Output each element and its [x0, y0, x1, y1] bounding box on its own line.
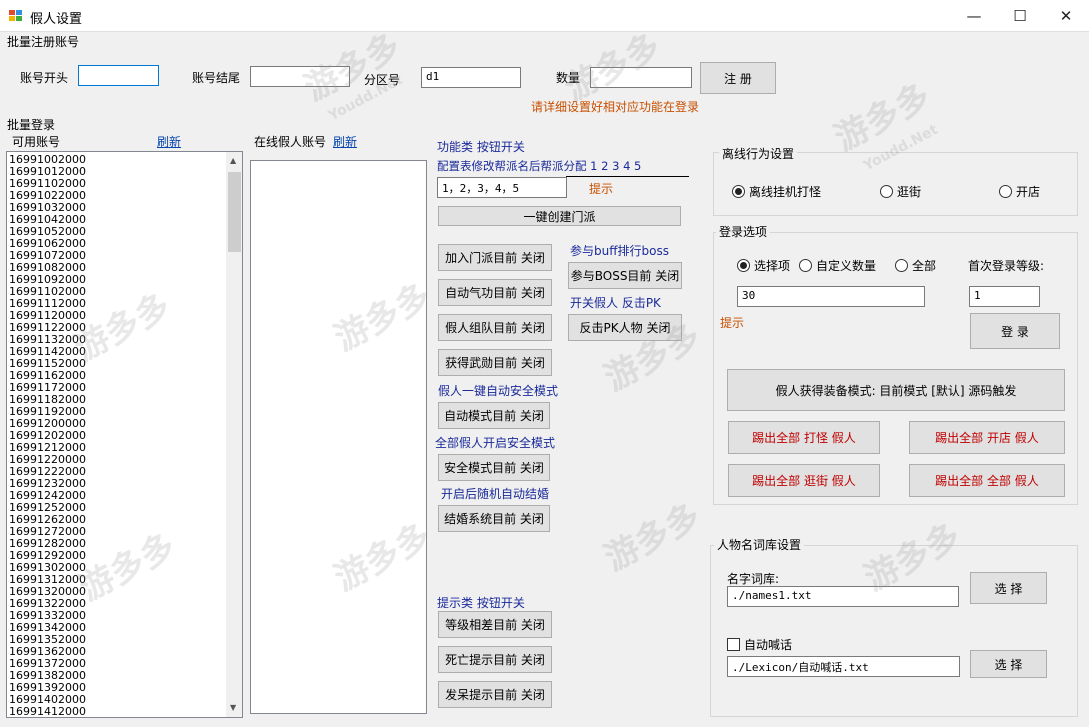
safe-mode-toggle[interactable]: 安全模式目前 关闭: [438, 454, 550, 481]
offline-title: 离线行为设置: [719, 145, 798, 162]
auto-shout-checkbox[interactable]: 自动喊话: [727, 636, 792, 653]
idle-hint-toggle[interactable]: 发呆提示目前 关闭: [438, 681, 552, 708]
refresh-online-link[interactable]: 刷新: [333, 133, 357, 150]
first-level-input[interactable]: 1: [969, 286, 1040, 307]
refresh-available-link[interactable]: 刷新: [157, 133, 181, 150]
checkbox-icon: [727, 638, 740, 651]
batch-login-label: 批量登录: [7, 118, 56, 132]
account-list-item[interactable]: 16991412000: [7, 706, 226, 718]
medal-toggle[interactable]: 获得武勋目前 关闭: [438, 349, 552, 376]
maximize-button[interactable]: ☐: [997, 0, 1043, 32]
offline-option-street[interactable]: 逛街: [880, 183, 921, 200]
death-hint-toggle[interactable]: 死亡提示目前 关闭: [438, 646, 552, 673]
watermark: 游多多: [598, 495, 708, 580]
close-button[interactable]: ✕: [1043, 0, 1089, 32]
scroll-down-arrow-icon[interactable]: ▼: [230, 703, 236, 712]
name-lib-label: 名字词库:: [727, 572, 780, 586]
kick-shop-button[interactable]: 踢出全部 开店 假人: [909, 421, 1065, 454]
marriage-toggle[interactable]: 结婚系统目前 关闭: [438, 505, 550, 532]
kick-all-button[interactable]: 踢出全部 全部 假人: [909, 464, 1065, 497]
pk-title: 开关假人 反击PK: [570, 296, 661, 310]
radio-selected-icon: [732, 185, 745, 198]
login-option-all[interactable]: 全部: [895, 257, 936, 274]
radio-icon: [999, 185, 1012, 198]
available-accounts-label: 可用账号: [12, 135, 61, 149]
functions-hint: 提示: [589, 182, 614, 196]
radio-icon: [880, 185, 893, 198]
divider: [566, 176, 689, 177]
login-hint: 提示: [720, 316, 745, 330]
watermark: 游多多: [558, 25, 668, 110]
auto-qigong-toggle[interactable]: 自动气功目前 关闭: [438, 279, 552, 306]
offline-option-hunt[interactable]: 离线挂机打怪: [732, 183, 821, 200]
batch-register-label: 批量注册账号: [7, 35, 80, 49]
auto-shout-select-button[interactable]: 选 择: [970, 650, 1047, 678]
watermark: 游多多: [828, 75, 938, 160]
login-option-custom[interactable]: 自定义数量: [799, 257, 876, 274]
name-lib-input[interactable]: ./names1.txt: [727, 586, 959, 607]
window-title: 假人设置: [30, 12, 83, 27]
title-bar: [0, 0, 1089, 32]
first-level-label: 首次登录等级:: [968, 259, 1045, 273]
online-accounts-list[interactable]: [250, 160, 427, 714]
radio-selected-icon: [737, 259, 750, 272]
radio-icon: [895, 259, 908, 272]
functions-header: 功能类 按钮开关: [437, 140, 525, 154]
count-label: 数量: [556, 71, 581, 85]
scroll-thumb[interactable]: [228, 172, 241, 252]
radio-icon: [799, 259, 812, 272]
sect-config-input[interactable]: 1，2，3，4，5: [437, 177, 567, 198]
level-diff-toggle[interactable]: 等级相差目前 关闭: [438, 611, 552, 638]
login-options-title: 登录选项: [716, 223, 771, 240]
auto-shout-input[interactable]: ./Lexicon/自动喊话.txt: [727, 656, 960, 677]
sect-config-label: 配置表修改帮派名后帮派分配 1 2 3 4 5: [437, 159, 642, 173]
create-sect-button[interactable]: 一键创建门派: [438, 206, 681, 226]
name-lib-select-button[interactable]: 选 择: [970, 572, 1047, 604]
account-end-label: 账号结尾: [192, 71, 241, 85]
auto-mode-toggle[interactable]: 自动模式目前 关闭: [438, 402, 550, 429]
accounts-scrollbar[interactable]: ▲ ▼: [226, 152, 242, 717]
boss-toggle[interactable]: 参与BOSS目前 关闭: [568, 262, 682, 289]
equip-mode-button[interactable]: 假人获得装备模式: 目前模式 [默认] 源码触发: [727, 369, 1065, 411]
marriage-title: 开启后随机自动结婚: [441, 487, 550, 501]
login-count-input[interactable]: 30: [737, 286, 925, 307]
offline-option-shop[interactable]: 开店: [999, 183, 1040, 200]
account-end-input[interactable]: [250, 66, 350, 87]
count-input[interactable]: [590, 67, 692, 88]
zone-label: 分区号: [364, 73, 401, 87]
register-button[interactable]: 注 册: [700, 62, 776, 94]
boss-title: 参与buff排行boss: [570, 244, 669, 258]
pk-toggle[interactable]: 反击PK人物 关闭: [568, 314, 682, 341]
login-button[interactable]: 登 录: [970, 313, 1060, 349]
kick-street-button[interactable]: 踢出全部 逛街 假人: [728, 464, 880, 497]
kick-monster-button[interactable]: 踢出全部 打怪 假人: [728, 421, 880, 454]
login-option-selected[interactable]: 选择项: [737, 257, 790, 274]
account-start-input[interactable]: [78, 65, 159, 86]
hints-header: 提示类 按钮开关: [437, 596, 525, 610]
minimize-button[interactable]: —: [951, 0, 997, 32]
account-list-items: 16991002000 16991012000 16991102000 1699102…: [7, 154, 226, 718]
auto-safe-title: 假人一键自动安全模式: [438, 384, 559, 398]
team-toggle[interactable]: 假人组队目前 关闭: [438, 314, 552, 341]
scroll-up-arrow-icon[interactable]: ▲: [230, 156, 236, 165]
all-safe-title: 全部假人开启安全模式: [435, 436, 556, 450]
watermark: 游多多: [298, 25, 408, 110]
zone-input[interactable]: d1: [421, 67, 521, 88]
register-warning: 请详细设置好相对应功能在登录: [531, 100, 700, 114]
join-sect-toggle[interactable]: 加入门派目前 关闭: [438, 244, 552, 271]
available-accounts-list[interactable]: 16991002000 16991012000 16991102000 1699102…: [6, 151, 243, 718]
account-start-label: 账号开头: [20, 71, 69, 85]
app-icon: [9, 10, 23, 22]
online-accounts-label: 在线假人账号: [254, 135, 327, 149]
names-title: 人物名词库设置: [714, 536, 805, 553]
